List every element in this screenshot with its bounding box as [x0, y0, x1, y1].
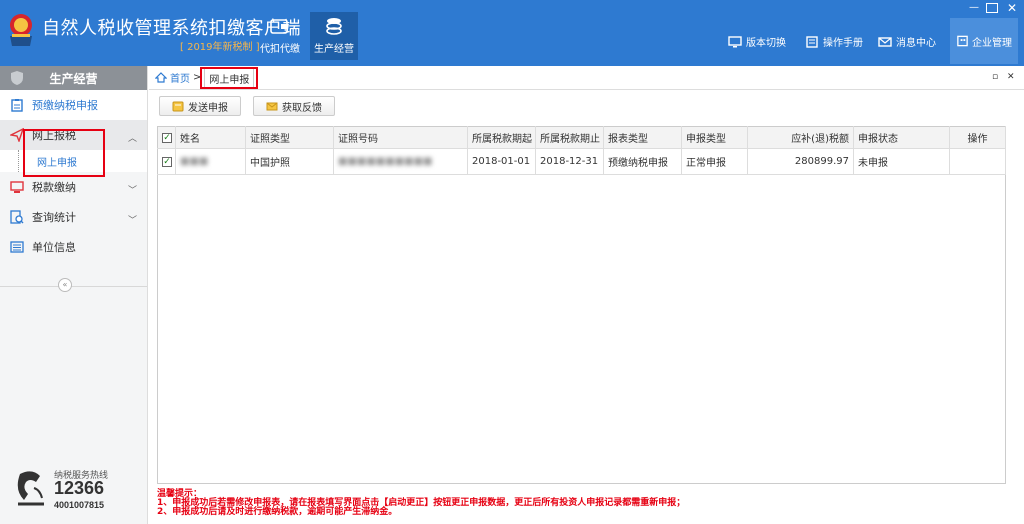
manual-button[interactable]: 操作手册: [805, 34, 863, 49]
message-center-button[interactable]: 消息中心: [878, 34, 936, 49]
sidebar-item-online-tax[interactable]: 网上报税 ︿: [0, 120, 147, 150]
screen-icon: [10, 181, 24, 193]
breadcrumb-current-tab[interactable]: 网上申报: [204, 67, 255, 88]
enterprise-management-label: 企业管理: [972, 37, 1012, 49]
restore-panel-icon[interactable]: ▫: [992, 72, 998, 82]
sidebar-divider: [0, 286, 147, 287]
cell-tax-amount: 280899.97: [747, 148, 854, 175]
manual-label: 操作手册: [823, 38, 863, 49]
column-header: 应补(退)税额: [747, 126, 854, 149]
cell-declare-type: 正常申报: [681, 148, 748, 175]
message-center-label: 消息中心: [896, 38, 936, 49]
get-feedback-button[interactable]: 获取反馈: [253, 96, 335, 116]
redacted-name: ■■■: [180, 156, 209, 167]
shield-icon: [11, 71, 23, 85]
main-content: 首页 > 网上申报 ▫ ✕ 发送申报 获取反馈 ✓ 姓名 证照类型 证照号码 所…: [149, 66, 1024, 524]
service-hotline: 纳税服务热线 12366 4001007815: [14, 464, 134, 514]
monitor-icon: [728, 35, 742, 47]
feedback-envelope-icon: [266, 102, 278, 110]
sidebar-item-label: 查询统计: [32, 211, 76, 224]
tab-withholding-label: 代扣代缴: [260, 44, 300, 55]
title-bar: 自然人税收管理系统扣缴客户端 [ 2019年新税制 ] 代扣代缴 生产经营 — …: [0, 0, 1024, 66]
sidebar-header: 生产经营: [0, 66, 147, 90]
hotline-service-icon: [17, 471, 44, 506]
select-all-checkbox[interactable]: ✓: [157, 126, 176, 149]
cell-id-type: 中国护照: [245, 148, 334, 175]
column-header: 证照类型: [245, 126, 334, 149]
sidebar-item-prepaid-declaration[interactable]: 预缴纳税申报: [0, 90, 147, 120]
book-icon: [806, 35, 818, 48]
warm-tips: 温馨提示： 1、申报成功后若需修改申报表，请在报表填写界面点击【启动更正】按钮更…: [157, 490, 1005, 517]
wallet-icon: [270, 19, 288, 34]
sidebar-item-label: 预缴纳税申报: [32, 99, 98, 112]
version-switch-button[interactable]: 版本切换: [728, 34, 786, 49]
tab-withholding[interactable]: 代扣代缴: [256, 12, 304, 60]
cell-action[interactable]: [949, 148, 1006, 175]
sidebar-item-label: 单位信息: [32, 241, 76, 254]
sidebar-item-tax-payment[interactable]: 税款缴纳 ﹀: [0, 172, 147, 202]
sidebar-item-query-statistics[interactable]: 查询统计 ﹀: [0, 202, 147, 232]
table-header-row: ✓ 姓名 证照类型 证照号码 所属税款期起 所属税款期止 报表类型 申报类型 应…: [157, 126, 1006, 149]
column-header: 证照号码: [333, 126, 468, 149]
table-row[interactable]: ✓ ■■■ 中国护照 ■■■■■■■■■■ 2018-01-01 2018-12…: [157, 148, 1006, 175]
cell-period-start: 2018-01-01: [467, 148, 536, 175]
tax-emblem-logo: [10, 14, 32, 46]
chevron-up-icon: ︿: [127, 134, 137, 144]
close-panel-icon[interactable]: ✕: [1007, 72, 1015, 82]
tab-production-label: 生产经营: [314, 44, 354, 55]
hotline-number: 12366: [54, 478, 105, 498]
chevron-down-icon: ﹀: [127, 186, 137, 196]
sidebar-title: 生产经营: [49, 71, 98, 86]
breadcrumb: 首页 > 网上申报 ▫ ✕: [149, 66, 1024, 90]
sidebar-item-unit-info[interactable]: 单位信息: [0, 232, 147, 262]
chevron-down-icon: ﹀: [127, 216, 137, 226]
building-icon: [957, 35, 968, 47]
sidebar-item-label: 税款缴纳: [32, 181, 76, 194]
breadcrumb-separator: >: [193, 72, 202, 83]
column-header: 所属税款期止: [535, 126, 604, 149]
mail-icon: [878, 36, 892, 47]
home-icon: [155, 72, 167, 83]
hotline-sub-number: 4001007815: [54, 500, 105, 510]
coins-icon: [326, 18, 342, 35]
close-button[interactable]: ✕: [1004, 2, 1020, 14]
tips-line-2: 2、申报成功后请及时进行缴纳税款，逾期可能产生滞纳金。: [157, 507, 398, 517]
column-header: 申报类型: [681, 126, 748, 149]
clipboard-icon: [11, 99, 23, 112]
sidebar-item-label: 网上报税: [32, 129, 76, 142]
minimize-button[interactable]: —: [966, 2, 982, 14]
cell-status: 未申报: [853, 148, 950, 175]
tab-production[interactable]: 生产经营: [310, 12, 358, 60]
send-report-icon: [172, 101, 184, 111]
send-declaration-label: 发送申报: [188, 102, 228, 114]
send-icon: [10, 128, 24, 142]
get-feedback-label: 获取反馈: [282, 102, 322, 114]
cell-period-end: 2018-12-31: [535, 148, 604, 175]
app-subtitle: [ 2019年新税制 ]: [180, 42, 260, 53]
breadcrumb-home-link[interactable]: 首页: [170, 70, 190, 85]
list-icon: [10, 241, 24, 253]
collapse-sidebar-button[interactable]: «: [58, 278, 72, 292]
maximize-button[interactable]: [986, 3, 998, 13]
search-doc-icon: [10, 210, 24, 224]
row-checkbox[interactable]: ✓: [157, 148, 176, 175]
column-header: 操作: [949, 126, 1006, 149]
cell-report-type: 预缴纳税申报: [603, 148, 682, 175]
table-empty-area: [157, 174, 1006, 484]
column-header: 申报状态: [853, 126, 950, 149]
redacted-id-number: ■■■■■■■■■■: [338, 156, 433, 167]
declaration-table: ✓ 姓名 证照类型 证照号码 所属税款期起 所属税款期止 报表类型 申报类型 应…: [157, 126, 1006, 484]
toolbar: 发送申报 获取反馈: [159, 96, 335, 116]
send-declaration-button[interactable]: 发送申报: [159, 96, 241, 116]
column-header: 姓名: [175, 126, 246, 149]
sidebar: 生产经营 预缴纳税申报 网上报税 ︿ 网上申报 税款缴纳 ﹀ 查询统计 ﹀ 单位…: [0, 66, 148, 524]
version-switch-label: 版本切换: [746, 38, 786, 49]
column-header: 报表类型: [603, 126, 682, 149]
sidebar-subitem-online-declaration[interactable]: 网上申报: [0, 150, 147, 172]
cell-id-number: ■■■■■■■■■■: [333, 148, 468, 175]
enterprise-management-button[interactable]: 企业管理: [950, 18, 1018, 64]
cell-name: ■■■: [175, 148, 246, 175]
column-header: 所属税款期起: [467, 126, 536, 149]
